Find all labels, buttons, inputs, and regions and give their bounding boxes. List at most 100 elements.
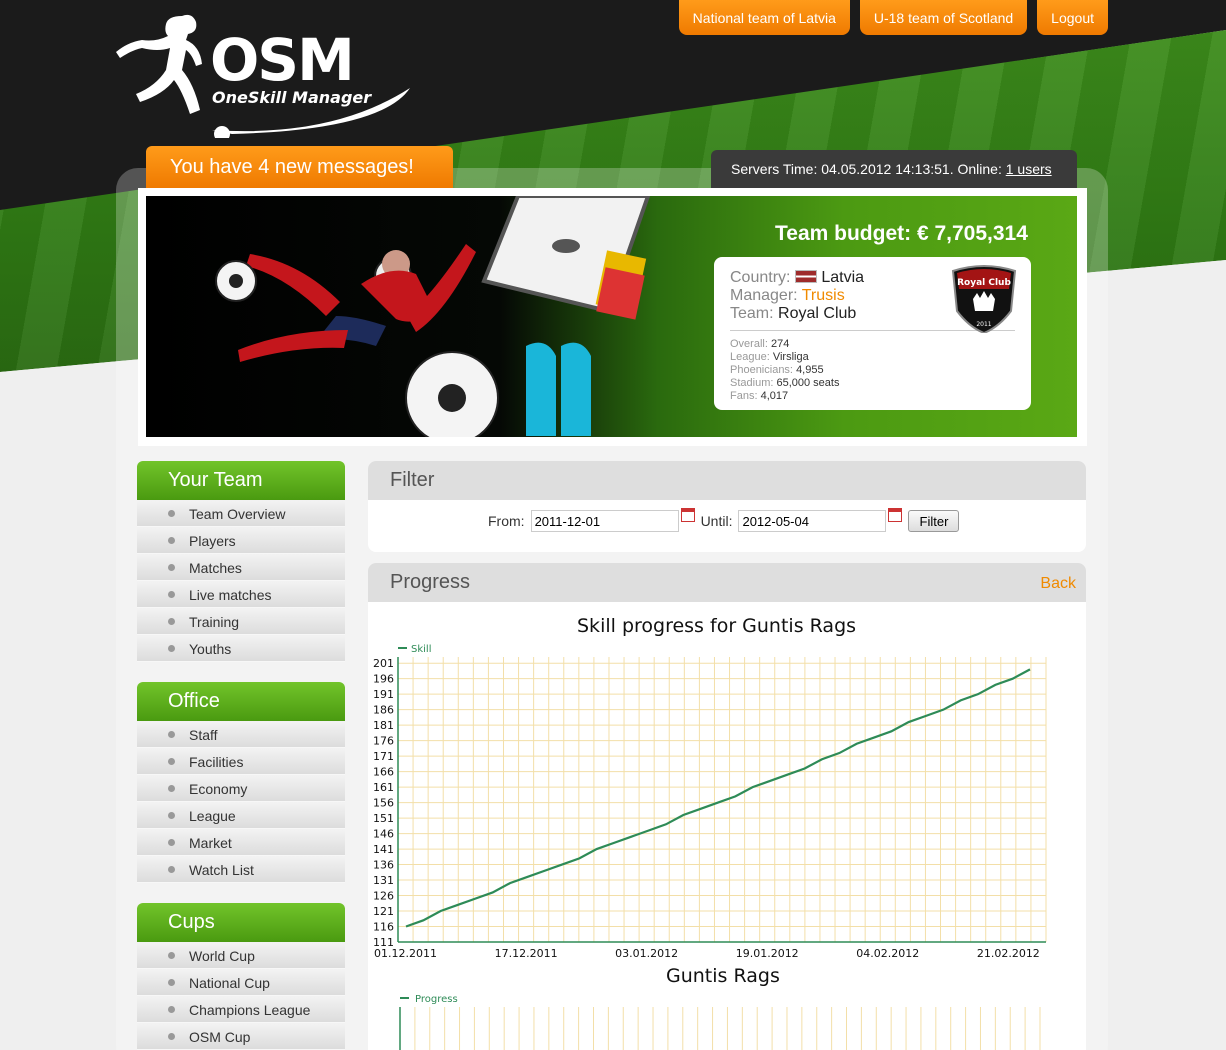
bullet-icon: [168, 758, 175, 765]
team-budget: Team budget: € 7,705,314: [775, 222, 1028, 245]
player-silhouette-icon: [116, 14, 242, 131]
stat-value: 65,000 seats: [776, 377, 840, 389]
until-date-input[interactable]: [738, 510, 887, 532]
nav-u18-team-scotland[interactable]: U-18 team of Scotland: [859, 0, 1028, 35]
legend-label: Skill: [411, 644, 431, 655]
stat-value: 274: [770, 338, 790, 350]
logout-button[interactable]: Logout: [1037, 0, 1108, 35]
progress-chart: Progress: [399, 994, 1041, 1050]
bullet-icon: [168, 839, 175, 846]
calendar-icon[interactable]: [888, 508, 903, 522]
sidebar-item-world-cup[interactable]: World Cup: [137, 942, 345, 969]
online-users-link[interactable]: 1 users: [1006, 161, 1052, 177]
sidebar-item-market[interactable]: Market: [137, 829, 345, 856]
y-tick-label: 196: [373, 673, 394, 686]
new-messages-link[interactable]: You have 4 new messages!: [146, 146, 453, 188]
sidebar-item-facilities[interactable]: Facilities: [137, 748, 345, 775]
x-tick-label: 19.01.2012: [736, 947, 799, 960]
sidebar-item-label: World Cup: [189, 948, 255, 964]
sidebar-item-label: Youths: [189, 641, 232, 657]
football-boots-image: [526, 342, 591, 436]
sidebar-item-players[interactable]: Players: [137, 527, 345, 554]
logo-swoosh: [212, 88, 410, 138]
osm-logo[interactable]: OSM OneSkill Manager: [112, 8, 422, 138]
sidebar-item-live-matches[interactable]: Live matches: [137, 581, 345, 608]
stat-value: 4,017: [760, 390, 789, 402]
stat-fans: Fans: 4,017: [730, 390, 1015, 403]
sidebar-item-label: Players: [189, 533, 236, 549]
stat-stadium: Stadium: 65,000 seats: [730, 377, 1015, 390]
back-link[interactable]: Back: [1040, 575, 1076, 593]
stat-value: Virsliga: [772, 351, 809, 363]
y-tick-label: 166: [373, 766, 394, 779]
sidebar-item-matches[interactable]: Matches: [137, 554, 345, 581]
y-tick-label: 126: [373, 890, 394, 903]
stat-league: League: Virsliga: [730, 351, 1015, 364]
bullet-icon: [168, 1033, 175, 1040]
sidebar-item-training[interactable]: Training: [137, 608, 345, 635]
sidebar-item-label: Team Overview: [189, 506, 286, 522]
until-label: Until:: [700, 513, 733, 529]
country-label: Country:: [730, 269, 791, 286]
stat-label: Phoenicians:: [730, 364, 793, 376]
sidebar-heading: Office: [137, 682, 345, 721]
bullet-icon: [168, 591, 175, 598]
bullet-icon: [168, 812, 175, 819]
sidebar-heading: Your Team: [137, 461, 345, 500]
y-tick-label: 131: [373, 874, 394, 887]
y-tick-label: 191: [373, 688, 394, 701]
y-tick-label: 156: [373, 797, 394, 810]
manager-label: Manager:: [730, 287, 798, 304]
crest-name: Royal Club: [957, 278, 1011, 288]
y-tick-label: 136: [373, 859, 394, 872]
y-tick-label: 176: [373, 735, 394, 748]
top-navigation: National team of Latvia U-18 team of Sco…: [678, 0, 1108, 35]
progress-panel-title: Progress Back: [368, 563, 1086, 602]
stat-overall: Overall: 274: [730, 338, 1015, 351]
team-value: Royal Club: [778, 305, 857, 322]
sidebar-item-osm-cup[interactable]: OSM Cup: [137, 1023, 345, 1050]
y-tick-label: 151: [373, 812, 394, 825]
bullet-icon: [168, 645, 175, 652]
manager-link[interactable]: Trusis: [802, 287, 845, 304]
skill-progress-chart: 1111161211261311361411461511561611661711…: [373, 644, 1047, 960]
y-tick-label: 121: [373, 905, 394, 918]
y-tick-label: 146: [373, 828, 394, 841]
sidebar-item-youths[interactable]: Youths: [137, 635, 345, 662]
sidebar-item-label: League: [189, 808, 236, 824]
chart-title-2: Guntis Rags: [666, 965, 780, 987]
sidebar-item-economy[interactable]: Economy: [137, 775, 345, 802]
sidebar-item-staff[interactable]: Staff: [137, 721, 345, 748]
sidebar-item-national-cup[interactable]: National Cup: [137, 969, 345, 996]
bullet-icon: [168, 537, 175, 544]
from-date-input[interactable]: [530, 510, 679, 532]
chart-title: Skill progress for Guntis Rags: [577, 615, 857, 637]
y-tick-label: 161: [373, 781, 394, 794]
progress-title: Progress: [390, 571, 471, 593]
sidebar-item-label: Matches: [189, 560, 242, 576]
bullet-icon: [168, 866, 175, 873]
nav-national-team-latvia[interactable]: National team of Latvia: [678, 0, 850, 35]
y-tick-label: 141: [373, 843, 394, 856]
sidebar-item-watch-list[interactable]: Watch List: [137, 856, 345, 883]
calendar-icon[interactable]: [680, 508, 695, 522]
filter-panel: Filter: [368, 461, 1086, 552]
team-label: Team:: [730, 305, 774, 322]
x-tick-label: 17.12.2011: [495, 947, 558, 960]
sidebar-item-league[interactable]: League: [137, 802, 345, 829]
bullet-icon: [168, 785, 175, 792]
sidebar-item-team-overview[interactable]: Team Overview: [137, 500, 345, 527]
stat-label: Stadium:: [730, 377, 774, 389]
sidebar-item-champions-league[interactable]: Champions League: [137, 996, 345, 1023]
server-time-text: Servers Time: 04.05.2012 14:13:51. Onlin…: [731, 161, 1006, 177]
stat-label: Overall:: [730, 338, 768, 350]
x-tick-label: 03.01.2012: [615, 947, 678, 960]
sidebar-item-label: Champions League: [189, 1002, 311, 1018]
sidebar-item-label: Market: [189, 835, 232, 851]
team-info-card: Country: Latvia Manager: Trusis Team: Ro…: [714, 257, 1031, 410]
filter-button[interactable]: Filter: [908, 510, 960, 532]
sidebar-cups: Cups World Cup National Cup Champions Le…: [137, 903, 345, 1050]
bullet-icon: [168, 1006, 175, 1013]
sidebar-item-label: National Cup: [189, 975, 270, 991]
sidebar-item-label: Training: [189, 614, 240, 630]
